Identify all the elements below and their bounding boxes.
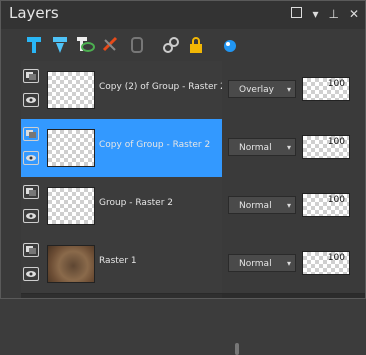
- layer-row[interactable]: Copy of Group - Raster 2: [21, 119, 222, 178]
- layer-type-icon: [23, 127, 39, 141]
- layers-panel: Layers ▾ ⊥ ✕ Copy (2) of Group - Raster …: [0, 0, 366, 355]
- layer-thumbnail: [47, 71, 95, 109]
- layer-row[interactable]: Group - Raster 2: [21, 177, 222, 236]
- scrollbar[interactable]: [235, 343, 239, 355]
- opacity-field[interactable]: 100: [302, 77, 350, 101]
- new-vector-layer-icon[interactable]: [50, 35, 70, 55]
- layer-property-row: Normal ▾ 100: [222, 177, 365, 236]
- layer-thumbnail: [47, 129, 95, 167]
- blend-mode-select[interactable]: Normal ▾: [228, 254, 296, 272]
- title-bar: Layers ▾ ⊥ ✕: [1, 1, 365, 29]
- new-raster-layer-icon[interactable]: [24, 35, 44, 55]
- maximize-icon[interactable]: [291, 7, 303, 21]
- opacity-value: 100: [327, 79, 345, 89]
- blend-mode-value: Normal: [239, 143, 272, 153]
- opacity-value: 100: [327, 137, 345, 147]
- layer-name: Copy (2) of Group - Raster 2: [99, 82, 226, 92]
- close-icon[interactable]: ✕: [349, 7, 359, 21]
- panel-title: Layers: [9, 4, 59, 22]
- layer-name: Group - Raster 2: [99, 198, 173, 208]
- opacity-value: 100: [327, 195, 345, 205]
- blend-mode-select[interactable]: Normal ▾: [228, 196, 296, 214]
- eye-icon[interactable]: [23, 267, 39, 281]
- layer-thumbnail: [47, 187, 95, 225]
- layer-name: Copy of Group - Raster 2: [99, 140, 211, 150]
- merge-icon[interactable]: [127, 35, 147, 55]
- pin-icon[interactable]: ⊥: [328, 7, 338, 21]
- layers-list: Copy (2) of Group - Raster 2 Copy of Gro…: [21, 61, 239, 355]
- link-icon[interactable]: [161, 35, 181, 55]
- eye-icon[interactable]: [23, 151, 39, 165]
- opacity-value: 100: [327, 253, 345, 263]
- eye-icon[interactable]: [23, 93, 39, 107]
- new-mask-layer-icon[interactable]: [75, 35, 95, 55]
- layer-property-row: Normal ▾ 100: [222, 119, 365, 178]
- blend-mode-select[interactable]: Overlay ▾: [228, 80, 296, 98]
- layer-properties: Overlay ▾ 100 Normal ▾ 100 Normal ▾ 100 Nor…: [222, 61, 365, 298]
- blend-mode-select[interactable]: Normal ▾: [228, 138, 296, 156]
- eye-icon[interactable]: [23, 209, 39, 223]
- blend-mode-value: Normal: [239, 201, 272, 211]
- delete-layer-icon[interactable]: [101, 35, 121, 55]
- dropdown-arrow-icon: ▾: [286, 201, 291, 210]
- layer-thumbnail: [47, 245, 95, 283]
- layer-property-row: Overlay ▾ 100: [222, 61, 365, 120]
- dropdown-arrow-icon: ▾: [286, 143, 291, 152]
- dropdown-arrow-icon: ▾: [286, 259, 291, 268]
- layer-type-icon: [23, 185, 39, 199]
- left-gutter: [1, 61, 21, 298]
- blend-mode-value: Overlay: [239, 85, 274, 95]
- layer-type-icon: [23, 69, 39, 83]
- lock-icon[interactable]: [186, 35, 206, 55]
- opacity-field[interactable]: 100: [302, 251, 350, 275]
- layer-name: Raster 1: [99, 256, 137, 266]
- layer-row[interactable]: Copy (2) of Group - Raster 2: [21, 61, 226, 120]
- dropdown-icon[interactable]: ▾: [312, 7, 318, 21]
- blend-mode-value: Normal: [239, 259, 272, 269]
- title-controls: ▾ ⊥ ✕: [291, 7, 359, 21]
- opacity-field[interactable]: 100: [302, 135, 350, 159]
- layer-property-row: Normal ▾ 100: [222, 235, 365, 294]
- layers-toolbar: [1, 29, 365, 62]
- layer-type-icon: [23, 243, 39, 257]
- layer-row[interactable]: Raster 1: [21, 235, 222, 294]
- dropdown-arrow-icon: ▾: [286, 85, 291, 94]
- visibility-icon[interactable]: [220, 35, 240, 55]
- opacity-field[interactable]: 100: [302, 193, 350, 217]
